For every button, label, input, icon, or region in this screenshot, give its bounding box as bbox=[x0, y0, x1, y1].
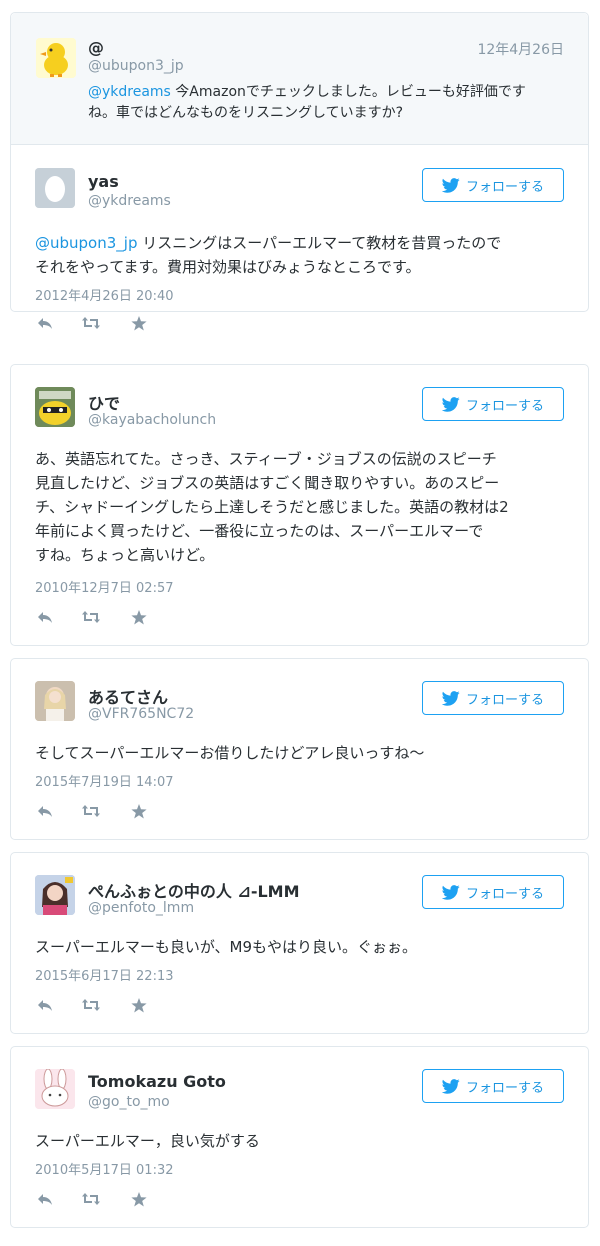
follow-button[interactable]: フォローする bbox=[422, 681, 564, 715]
rabbit-avatar-image bbox=[35, 1069, 75, 1109]
tweet-text: スーパーエルマー，良い気がする bbox=[35, 1132, 260, 1150]
author-handle[interactable]: @VFR765NC72 bbox=[88, 706, 194, 722]
retweet-icon[interactable] bbox=[81, 610, 101, 628]
tweet-text: スーパーエルマーも良いが、M9もやはり良い。ぐぉぉ。 bbox=[35, 938, 418, 956]
twitter-bird-icon bbox=[441, 1078, 460, 1094]
avatar-ubupon3[interactable] bbox=[36, 38, 76, 78]
author-name[interactable]: ひで bbox=[88, 390, 120, 414]
avatar-kayabacholunch[interactable] bbox=[35, 387, 75, 427]
author-handle[interactable]: @kayabacholunch bbox=[88, 412, 216, 428]
mention-link[interactable]: @ykdreams bbox=[88, 84, 171, 100]
favorite-icon[interactable] bbox=[131, 804, 147, 823]
follow-button[interactable]: フォローする bbox=[422, 168, 564, 202]
avatar-ykdreams[interactable] bbox=[35, 168, 75, 208]
favorite-icon[interactable] bbox=[131, 998, 147, 1017]
photo-avatar-image bbox=[35, 875, 75, 915]
twitter-bird-icon bbox=[441, 690, 460, 706]
favorite-icon[interactable] bbox=[131, 610, 147, 629]
tweet-text: @ykdreams 今Amazonでチェックしました。レビューも好評価です ね。… bbox=[88, 84, 526, 121]
reply-icon[interactable] bbox=[37, 610, 53, 628]
tweet-card-vfr765nc72: あるてさん @VFR765NC72 フォローする そしてスーパーエルマーお借りし… bbox=[10, 658, 589, 840]
reply-icon[interactable] bbox=[37, 804, 53, 822]
follow-button[interactable]: フォローする bbox=[422, 1069, 564, 1103]
retweet-icon[interactable] bbox=[81, 804, 101, 822]
tweet-text: @ubupon3_jp リスニングはスーパーエルマーて教材を昔買ったので それを… bbox=[35, 234, 502, 276]
reply-icon[interactable] bbox=[37, 998, 53, 1016]
author-name[interactable]: Tomokazu Goto bbox=[88, 1072, 226, 1091]
author-name[interactable]: yas bbox=[88, 172, 119, 191]
tweet-timestamp[interactable]: 2010年5月17日 01:32 bbox=[35, 1159, 174, 1178]
chick-avatar-image bbox=[36, 38, 76, 78]
tweet-card-ykdreams: @ @ubupon3_jp 12年4月26日 @ykdreams 今Amazon… bbox=[10, 12, 589, 331]
tweet-timestamp[interactable]: 2012年4月26日 20:40 bbox=[35, 285, 174, 304]
tweet-date[interactable]: 12年4月26日 bbox=[477, 39, 564, 59]
mention-link[interactable]: @ubupon3_jp bbox=[35, 234, 137, 252]
avatar-penfoto-lmm[interactable] bbox=[35, 875, 75, 915]
author-handle[interactable]: @ubupon3_jp bbox=[88, 58, 184, 74]
favorite-icon[interactable] bbox=[131, 316, 147, 335]
tweet-text: そしてスーパーエルマーお借りしたけどアレ良いっすね〜 bbox=[35, 744, 425, 762]
follow-button[interactable]: フォローする bbox=[422, 875, 564, 909]
retweet-icon[interactable] bbox=[81, 316, 101, 334]
favorite-icon[interactable] bbox=[131, 1192, 147, 1211]
tweet-timestamp[interactable]: 2010年12月7日 02:57 bbox=[35, 577, 174, 596]
tweet-timestamp[interactable]: 2015年7月19日 14:07 bbox=[35, 771, 174, 790]
avatar-vfr765nc72[interactable] bbox=[35, 681, 75, 721]
tweet-timestamp[interactable]: 2015年6月17日 22:13 bbox=[35, 965, 174, 984]
tweet-text: あ、英語忘れてた。さっき、スティーブ・ジョブスの伝説のスピーチ 見直したけど、ジ… bbox=[35, 450, 509, 564]
author-handle[interactable]: @penfoto_lmm bbox=[88, 900, 194, 916]
parent-tweet: @ @ubupon3_jp 12年4月26日 @ykdreams 今Amazon… bbox=[11, 13, 588, 145]
twitter-bird-icon bbox=[441, 884, 460, 900]
tweet-card-kayabacholunch: ひで @kayabacholunch フォローする あ、英語忘れてた。さっき、ス… bbox=[10, 364, 589, 646]
author-handle[interactable]: @go_to_mo bbox=[88, 1094, 170, 1110]
default-egg-avatar bbox=[35, 168, 75, 208]
mascot-avatar-image bbox=[35, 387, 75, 427]
avatar-go-to-mo[interactable] bbox=[35, 1069, 75, 1109]
author-name[interactable]: ぺんふぉとの中の人 ⊿-LMM bbox=[88, 878, 300, 902]
retweet-icon[interactable] bbox=[81, 998, 101, 1016]
retweet-icon[interactable] bbox=[81, 1192, 101, 1210]
reply-icon[interactable] bbox=[37, 1192, 53, 1210]
follow-button[interactable]: フォローする bbox=[422, 387, 564, 421]
twitter-bird-icon bbox=[441, 396, 460, 412]
tweet-card-penfoto-lmm: ぺんふぉとの中の人 ⊿-LMM @penfoto_lmm フォローする スーパー… bbox=[10, 852, 589, 1034]
doll-avatar-image bbox=[35, 681, 75, 721]
author-handle[interactable]: @ykdreams bbox=[88, 193, 171, 209]
reply-icon[interactable] bbox=[37, 316, 53, 334]
author-name[interactable]: @ bbox=[88, 38, 104, 57]
author-name[interactable]: あるてさん bbox=[88, 684, 168, 708]
tweet-card-go-to-mo: Tomokazu Goto @go_to_mo フォローする スーパーエルマー，… bbox=[10, 1046, 589, 1228]
twitter-bird-icon bbox=[441, 177, 460, 193]
